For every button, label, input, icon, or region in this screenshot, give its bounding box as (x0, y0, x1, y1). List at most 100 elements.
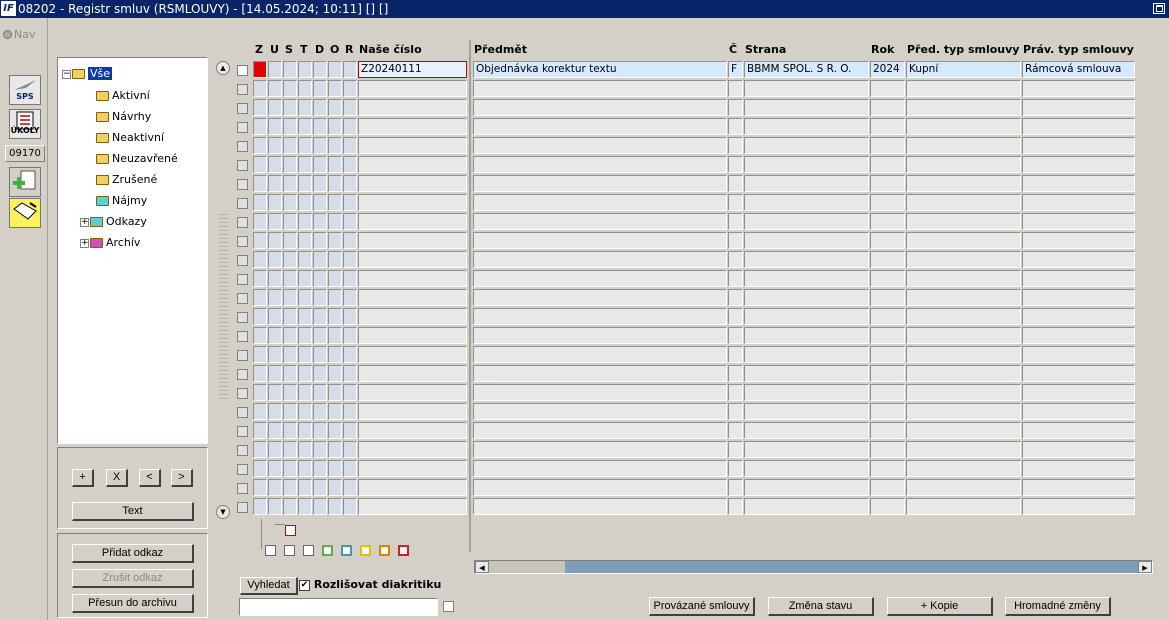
row-select-checkbox[interactable] (237, 445, 248, 456)
cell-pred-typ[interactable] (906, 137, 1021, 154)
column-header-rok[interactable]: Rok (871, 43, 894, 58)
table-row[interactable] (234, 289, 1137, 308)
flag-cell-u[interactable] (268, 403, 282, 420)
cell-predmet[interactable] (473, 175, 727, 192)
cell-pred-typ[interactable] (906, 251, 1021, 268)
change-state-button[interactable]: Změna stavu (768, 597, 874, 616)
cell-pred-typ[interactable] (906, 346, 1021, 363)
flag-cell-s[interactable] (283, 384, 297, 401)
flag-cell-t[interactable] (298, 232, 312, 249)
cell-pred-typ[interactable] (906, 498, 1021, 515)
cell-strana[interactable] (744, 346, 869, 363)
flag-cell-r[interactable] (343, 460, 357, 477)
cell-c[interactable] (728, 460, 743, 477)
cell-predmet[interactable] (473, 498, 727, 515)
flag-cell-u[interactable] (268, 365, 282, 382)
cell-c[interactable] (728, 498, 743, 515)
flag-cell-u[interactable] (268, 118, 282, 135)
cell-pred-typ[interactable] (906, 156, 1021, 173)
flag-cell-s[interactable] (283, 422, 297, 439)
cell-prav-typ[interactable] (1022, 156, 1135, 173)
flag-cell-u[interactable] (268, 61, 282, 78)
cell-prav-typ[interactable] (1022, 308, 1135, 325)
cell-prav-typ[interactable] (1022, 175, 1135, 192)
column-header-prav-typ[interactable]: Práv. typ smlouvy (1023, 43, 1134, 58)
flag-cell-r[interactable] (343, 441, 357, 458)
flag-cell-t[interactable] (298, 270, 312, 287)
flag-cell-r[interactable] (343, 61, 357, 78)
table-row[interactable] (234, 365, 1137, 384)
diacritics-option[interactable]: ✔ Rozlišovat diakritiku (299, 578, 441, 591)
cell-predmet[interactable] (473, 308, 727, 325)
flag-cell-u[interactable] (268, 213, 282, 230)
cell-strana[interactable] (744, 365, 869, 382)
cell-nase-cislo[interactable] (358, 99, 467, 116)
flag-cell-r[interactable] (343, 175, 357, 192)
flag-cell-z[interactable] (253, 384, 267, 401)
flag-cell-s[interactable] (283, 346, 297, 363)
flag-cell-t[interactable] (298, 460, 312, 477)
flag-cell-o[interactable] (328, 498, 342, 515)
flag-cell-z[interactable] (253, 61, 267, 78)
cell-strana[interactable] (744, 232, 869, 249)
cell-c[interactable] (728, 175, 743, 192)
flag-cell-o[interactable] (328, 365, 342, 382)
row-select-checkbox[interactable] (237, 255, 248, 266)
cell-c[interactable] (728, 422, 743, 439)
flag-cell-o[interactable] (328, 441, 342, 458)
cell-strana[interactable] (744, 422, 869, 439)
flag-cell-z[interactable] (253, 346, 267, 363)
cell-pred-typ[interactable] (906, 384, 1021, 401)
cell-predmet[interactable] (473, 251, 727, 268)
scroll-right-icon[interactable]: ▶ (1138, 561, 1152, 573)
table-row[interactable] (234, 327, 1137, 346)
cell-predmet[interactable] (473, 289, 727, 306)
flag-cell-u[interactable] (268, 289, 282, 306)
flag-cell-t[interactable] (298, 137, 312, 154)
flag-cell-z[interactable] (253, 441, 267, 458)
cell-pred-typ[interactable] (906, 118, 1021, 135)
flag-cell-r[interactable] (343, 251, 357, 268)
flag-cell-s[interactable] (283, 61, 297, 78)
flag-cell-t[interactable] (298, 118, 312, 135)
table-row[interactable] (234, 251, 1137, 270)
cell-prav-typ[interactable] (1022, 498, 1135, 515)
cell-prav-typ[interactable] (1022, 365, 1135, 382)
cell-prav-typ[interactable] (1022, 251, 1135, 268)
cell-rok[interactable] (870, 251, 905, 268)
remove-node-button[interactable]: X (106, 469, 128, 487)
row-select-checkbox[interactable] (237, 236, 248, 247)
flag-cell-z[interactable] (253, 270, 267, 287)
cell-nase-cislo[interactable] (358, 384, 467, 401)
tree-item-neaktivni[interactable]: Neaktivní (96, 129, 164, 146)
flag-cell-u[interactable] (268, 175, 282, 192)
flag-cell-z[interactable] (253, 156, 267, 173)
cell-c[interactable] (728, 289, 743, 306)
cell-rok[interactable] (870, 346, 905, 363)
cell-strana[interactable] (744, 403, 869, 420)
scroll-up-icon[interactable]: ▲ (216, 61, 230, 75)
cell-c[interactable] (728, 99, 743, 116)
search-button[interactable]: Vyhledat (240, 577, 298, 595)
flag-cell-r[interactable] (343, 403, 357, 420)
cell-pred-typ[interactable] (906, 289, 1021, 306)
flag-cell-d[interactable] (313, 365, 327, 382)
flag-cell-z[interactable] (253, 175, 267, 192)
cell-rok[interactable] (870, 118, 905, 135)
cell-prav-typ[interactable] (1022, 479, 1135, 496)
flag-cell-d[interactable] (313, 498, 327, 515)
bulk-changes-button[interactable]: Hromadné změny (1005, 597, 1111, 616)
tree-item-odkazy[interactable]: + Odkazy (80, 213, 147, 230)
cell-prav-typ[interactable] (1022, 327, 1135, 344)
flag-cell-u[interactable] (268, 137, 282, 154)
flag-cell-r[interactable] (343, 156, 357, 173)
cell-pred-typ[interactable] (906, 308, 1021, 325)
flag-cell-r[interactable] (343, 327, 357, 344)
flag-cell-t[interactable] (298, 384, 312, 401)
cell-c[interactable] (728, 251, 743, 268)
table-row[interactable] (234, 479, 1137, 498)
flag-cell-u[interactable] (268, 251, 282, 268)
column-header-strana[interactable]: Strana (745, 43, 786, 58)
flag-cell-d[interactable] (313, 194, 327, 211)
cell-strana[interactable] (744, 441, 869, 458)
